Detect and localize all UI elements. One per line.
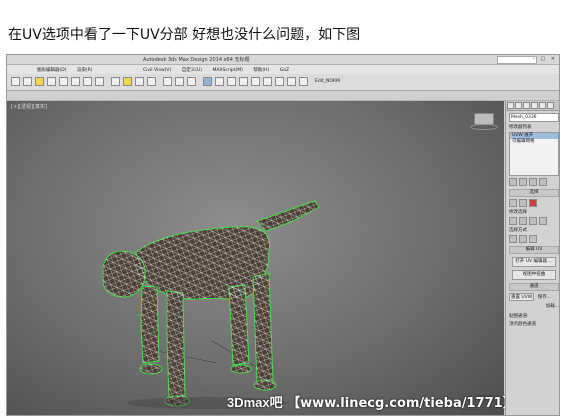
- save-button[interactable]: 保存...: [538, 294, 551, 300]
- face-mode-icon[interactable]: [529, 199, 537, 207]
- undo-icon[interactable]: [11, 77, 20, 86]
- rotate-icon[interactable]: [47, 77, 56, 86]
- select-move-icon[interactable]: [123, 77, 132, 86]
- select-region-icon[interactable]: [111, 77, 120, 86]
- menu-item[interactable]: 自定义(U): [182, 67, 202, 73]
- show-end-result-icon[interactable]: [519, 178, 527, 186]
- select-scale-icon[interactable]: [147, 77, 156, 86]
- graphite-icon[interactable]: [239, 77, 248, 86]
- watermark: 3Dmax吧 【www.linecg.com/tieba/1771】: [227, 392, 516, 411]
- selection-rollout[interactable]: 选择: [509, 189, 559, 197]
- map-channel-radio[interactable]: 贴图通道:: [509, 313, 559, 319]
- window-controls[interactable]: – □ ×: [532, 56, 557, 62]
- link-icon[interactable]: [71, 77, 80, 86]
- snap-icon[interactable]: [163, 77, 172, 86]
- edit-uv-rollout[interactable]: 编辑 UV: [509, 246, 559, 254]
- channel-rollout[interactable]: 通道: [509, 283, 559, 291]
- pin-stack-icon[interactable]: [509, 178, 517, 186]
- ring-icon[interactable]: [539, 217, 547, 225]
- menu-item[interactable]: MAXScript(M): [212, 68, 243, 73]
- leopard-mesh: [102, 200, 320, 409]
- modify-tab-icon[interactable]: [515, 102, 522, 109]
- schematic-icon[interactable]: [263, 77, 272, 86]
- edge-mode-icon[interactable]: [519, 199, 527, 207]
- channel-buttons: 重置 UVW 保存...: [509, 293, 559, 301]
- watermark-brand: 3Dmax吧: [227, 395, 283, 410]
- modifier-stack-item-editable-mesh[interactable]: 可编辑网格: [510, 139, 558, 145]
- grow-icon[interactable]: [509, 217, 517, 225]
- menu-item[interactable]: Civil View(V): [143, 68, 171, 73]
- menu-item[interactable]: 渲染(R): [77, 67, 93, 73]
- angle-snap-icon[interactable]: [175, 77, 184, 86]
- command-panel: Mesh_0336 修改器列表 UVW 展开 可编辑网格 选择 修改选择 选择方…: [505, 101, 559, 415]
- modify-selection-label: 修改选择: [509, 210, 527, 215]
- menu-item[interactable]: GoZ: [280, 68, 289, 73]
- watermark-url: 【www.linecg.com/tieba/1771】: [287, 396, 516, 411]
- load-button[interactable]: 加载...: [546, 304, 559, 309]
- command-panel-tabs: [506, 101, 559, 111]
- render-icon[interactable]: [299, 77, 308, 86]
- object-name-field[interactable]: Mesh_0336: [509, 113, 559, 122]
- motion-tab-icon[interactable]: [531, 102, 538, 109]
- align-icon[interactable]: [215, 77, 224, 86]
- vertex-mode-icon[interactable]: [509, 199, 517, 207]
- make-unique-icon[interactable]: [529, 178, 537, 186]
- display-tab-icon[interactable]: [539, 102, 546, 109]
- remove-modifier-icon[interactable]: [539, 178, 547, 186]
- tweak-in-view-button[interactable]: 视图中扭曲: [512, 270, 556, 280]
- utilities-tab-icon[interactable]: [547, 102, 554, 109]
- named-selection-label[interactable]: Edit_NORM: [315, 79, 340, 84]
- modifier-stack: UVW 展开 可编辑网格: [509, 132, 559, 176]
- render-setup-icon[interactable]: [287, 77, 296, 86]
- max-screenshot: Autodesk 3ds Max Design 2014 x64 无标题 – □…: [6, 54, 560, 416]
- percent-snap-icon[interactable]: [187, 77, 196, 86]
- move-icon[interactable]: [35, 77, 44, 86]
- selection-method-label: 选择方式: [509, 228, 527, 233]
- menu-item[interactable]: 图形编辑器(D): [37, 67, 66, 73]
- modifier-list-dropdown[interactable]: 修改器列表: [509, 124, 559, 130]
- ignore-backface-icon[interactable]: [509, 235, 517, 243]
- layer-icon[interactable]: [227, 77, 236, 86]
- select-rotate-icon[interactable]: [135, 77, 144, 86]
- search-input[interactable]: [497, 56, 537, 64]
- ribbon-strip: [7, 91, 559, 101]
- menu-item[interactable]: 帮助(H): [253, 67, 269, 73]
- bind-icon[interactable]: [95, 77, 104, 86]
- wireframe-overlay: [103, 201, 319, 406]
- shrink-icon[interactable]: [519, 217, 527, 225]
- title-bar: Autodesk 3ds Max Design 2014 x64 无标题 – □…: [7, 55, 559, 65]
- selection-modes: [509, 199, 559, 207]
- loop-icon[interactable]: [529, 217, 537, 225]
- scale-icon[interactable]: [59, 77, 68, 86]
- select-by-element-icon[interactable]: [519, 235, 527, 243]
- mirror-icon[interactable]: [203, 77, 212, 86]
- window-title: Autodesk 3ds Max Design 2014 x64 无标题: [143, 57, 250, 63]
- post-caption: 在UV选项中看了一下UV分部 好想也没什么问题，如下图: [8, 27, 361, 43]
- hierarchy-tab-icon[interactable]: [523, 102, 530, 109]
- reset-uvw-button[interactable]: 重置 UVW: [509, 293, 535, 301]
- select-icon[interactable]: [23, 77, 32, 86]
- ground-grid: [146, 340, 273, 377]
- perspective-viewport[interactable]: [+][透视][真实] 3Dmax吧 【www.linecg.com/tieba…: [7, 101, 516, 415]
- planar-angle-icon[interactable]: [529, 235, 537, 243]
- modify-selection-tools: [509, 217, 559, 225]
- selection-method-tools: [509, 235, 559, 243]
- menu-bar: 图形编辑器(D) 渲染(R) Civil View(V) 自定义(U) MAXS…: [7, 65, 559, 74]
- curve-editor-icon[interactable]: [251, 77, 260, 86]
- load-row: 加载...: [509, 303, 559, 311]
- stack-controls: [509, 178, 559, 186]
- create-tab-icon[interactable]: [507, 102, 514, 109]
- unlink-icon[interactable]: [83, 77, 92, 86]
- vertex-color-channel-radio[interactable]: 顶点颜色通道: [509, 321, 559, 327]
- main-toolbar: Edit_NORM: [7, 74, 559, 91]
- material-editor-icon[interactable]: [275, 77, 284, 86]
- open-uv-editor-button[interactable]: 打开 UV 编辑器 ...: [512, 257, 556, 267]
